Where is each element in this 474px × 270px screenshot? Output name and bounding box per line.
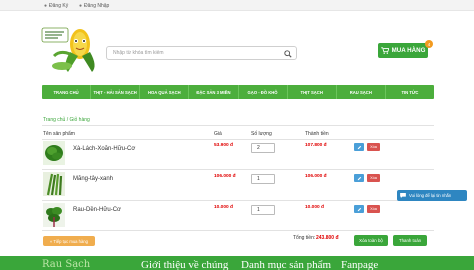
nav-item-fruit[interactable]: HOA QUẢ SẠCH (140, 85, 190, 99)
search-button[interactable] (282, 48, 293, 59)
row-total: 106.000 đ (305, 174, 327, 179)
footer-link-fanpage[interactable]: Fanpage (341, 259, 378, 270)
edit-icon (357, 176, 361, 180)
nav-item-clean-meat[interactable]: THỊT SẠCH (288, 85, 337, 99)
footer-link-about[interactable]: Giới thiệu về chúng (141, 259, 228, 270)
nav-item-news[interactable]: TIN TỨC (386, 85, 434, 99)
divider (42, 200, 434, 201)
breadcrumb[interactable]: Trang chủ / Giỏ hàng (43, 117, 90, 123)
main-nav: TRANG CHỦ THỊT - HẢI SẢN SẠCH HOA QUẢ SẠ… (42, 85, 434, 99)
footer: Rau Sạch Giới thiệu về chúng Danh mục sả… (0, 256, 474, 270)
nav-item-specialties[interactable]: ĐẶC SẢN 3 MIỀN (189, 85, 239, 99)
divider (42, 139, 434, 140)
site-logo[interactable] (40, 22, 102, 74)
delete-button[interactable]: Xóa (367, 205, 380, 213)
chat-widget[interactable]: Vui lòng để lại tin nhắn (397, 190, 467, 201)
cart-button[interactable]: MUA HÀNG (378, 43, 428, 58)
divider (42, 230, 434, 231)
divider (42, 125, 434, 126)
register-link[interactable]: ● Đăng Ký (44, 2, 68, 9)
cart-count-badge: 4 (425, 40, 433, 48)
edit-icon (357, 207, 361, 211)
delete-button[interactable]: Xóa (367, 174, 380, 182)
product-name[interactable]: Xà-Lách-Xoăn-Hữu-Cơ (73, 146, 135, 152)
product-price: 10.000 đ (214, 205, 233, 210)
product-image-amaranth[interactable] (43, 203, 65, 227)
edit-icon (357, 145, 361, 149)
clear-cart-button[interactable]: Xóa toàn bộ (354, 235, 388, 246)
login-link[interactable]: ● Đăng Nhập (79, 2, 109, 9)
grand-total-value: 243.800 đ (316, 235, 339, 241)
divider (42, 169, 434, 170)
register-label: Đăng Ký (49, 2, 69, 9)
user-icon: ● (44, 2, 48, 9)
update-button[interactable] (354, 143, 364, 151)
quantity-input[interactable] (251, 205, 275, 215)
column-header-qty: Số lượng (251, 131, 272, 137)
nav-item-meat-seafood[interactable]: THỊT - HẢI SẢN SẠCH (91, 85, 141, 99)
quantity-input[interactable] (251, 174, 275, 184)
login-label: Đăng Nhập (84, 2, 110, 9)
chat-icon (400, 193, 406, 198)
cart-label: MUA HÀNG (391, 47, 426, 54)
product-image-lettuce[interactable] (43, 141, 65, 165)
nav-item-rice-dry-food[interactable]: GẠO - ĐỒ KHÔ (239, 85, 288, 99)
continue-shopping-button[interactable]: « Tiếp tục mua hàng (43, 236, 95, 246)
row-total: 10.000 đ (305, 205, 324, 210)
column-header-name: Tên sản phẩm (43, 131, 75, 137)
product-price: 106.000 đ (214, 174, 236, 179)
nav-item-vegetables[interactable]: RAU SẠCH (337, 85, 386, 99)
column-header-total: Thành tiền (305, 131, 329, 137)
cart-icon (380, 47, 389, 54)
footer-link-categories[interactable]: Danh mục sản phẩm (241, 259, 331, 270)
top-bar: ● Đăng Ký ● Đăng Nhập (0, 0, 474, 11)
corn-mascot-logo (41, 27, 95, 72)
row-total: 107.800 đ (305, 143, 327, 148)
delete-button[interactable]: Xóa (367, 143, 380, 151)
grand-total-label: Tổng tiền: (293, 235, 316, 241)
search-icon (283, 49, 292, 58)
quantity-input[interactable] (251, 143, 275, 153)
product-image-asparagus[interactable] (43, 172, 65, 196)
update-button[interactable] (354, 174, 364, 182)
checkout-button[interactable]: Thanh toán (393, 235, 427, 246)
product-price: 53.900 đ (214, 143, 233, 148)
update-button[interactable] (354, 205, 364, 213)
search-input[interactable] (113, 47, 281, 59)
chat-label: Vui lòng để lại tin nhắn (409, 193, 452, 198)
search-box (106, 46, 297, 60)
product-name[interactable]: Măng-tây-xanh (73, 176, 113, 182)
column-header-price: Giá (214, 131, 222, 137)
product-name[interactable]: Rau-Dền-Hữu-Cơ (73, 207, 121, 213)
page: ● Đăng Ký ● Đăng Nhập Nhập từ khóa tìm k… (0, 0, 474, 270)
user-icon: ● (79, 2, 83, 9)
footer-title: Rau Sạch (42, 259, 91, 270)
nav-item-home[interactable]: TRANG CHỦ (42, 85, 92, 99)
